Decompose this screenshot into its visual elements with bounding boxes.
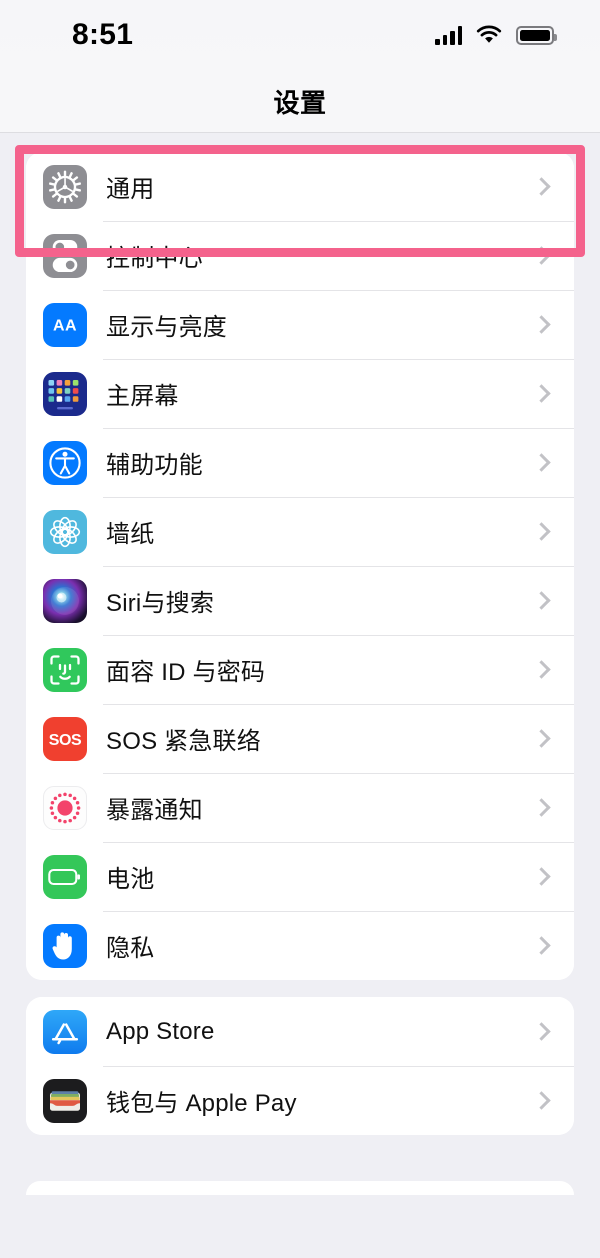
settings-row-exposure-notification[interactable]: 暴露通知 bbox=[26, 773, 574, 842]
chevron-right-icon bbox=[532, 453, 551, 472]
settings-row-label: 钱包与 Apple Pay bbox=[106, 1090, 297, 1117]
settings-group-partial-next bbox=[26, 1181, 574, 1195]
battery-icon bbox=[516, 25, 557, 45]
control-center-icon bbox=[43, 233, 87, 278]
wifi-icon bbox=[476, 25, 502, 45]
accessibility-icon bbox=[43, 440, 87, 485]
settings-row-emergency-sos[interactable]: SOS SOS 紧急联络 bbox=[26, 704, 574, 773]
settings-row-label: 墙纸 bbox=[106, 521, 155, 548]
exposure-notification-icon bbox=[43, 785, 87, 830]
settings-row-label: 显示与亮度 bbox=[106, 314, 227, 341]
settings-row-label: Siri与搜索 bbox=[106, 590, 215, 617]
app-store-icon bbox=[43, 1009, 87, 1054]
chevron-right-icon bbox=[532, 729, 551, 748]
navigation-bar: 设置 bbox=[0, 70, 600, 133]
settings-row-home-screen[interactable]: 主屏幕 bbox=[26, 359, 574, 428]
chevron-right-icon bbox=[532, 384, 551, 403]
chevron-right-icon bbox=[532, 798, 551, 817]
emergency-sos-icon: SOS bbox=[43, 716, 87, 761]
settings-row-label: 通用 bbox=[106, 176, 155, 203]
privacy-hand-icon bbox=[43, 923, 87, 968]
settings-row-wallpaper[interactable]: 墙纸 bbox=[26, 497, 574, 566]
settings-row-label: 暴露通知 bbox=[106, 797, 203, 824]
settings-row-label: App Store bbox=[106, 1017, 215, 1045]
settings-row-label: 隐私 bbox=[106, 935, 155, 962]
chevron-right-icon bbox=[532, 246, 551, 265]
chevron-right-icon bbox=[532, 177, 551, 196]
settings-row-label: 控制中心 bbox=[106, 245, 203, 272]
settings-row-privacy-hand[interactable]: 隐私 bbox=[26, 911, 574, 980]
settings-row-app-store[interactable]: App Store bbox=[26, 997, 574, 1066]
settings-row-label: 主屏幕 bbox=[106, 383, 179, 410]
settings-row-siri[interactable]: Siri与搜索 bbox=[26, 566, 574, 635]
gear-icon bbox=[43, 164, 87, 209]
chevron-right-icon bbox=[532, 1091, 551, 1110]
svg-text:AA: AA bbox=[53, 317, 77, 334]
battery-settings-icon bbox=[43, 854, 87, 899]
chevron-right-icon bbox=[532, 867, 551, 886]
chevron-right-icon bbox=[532, 591, 551, 610]
page-title: 设置 bbox=[273, 87, 327, 118]
wallet-icon bbox=[43, 1078, 87, 1123]
chevron-right-icon bbox=[532, 936, 551, 955]
settings-row-face-id[interactable]: 面容 ID 与密码 bbox=[26, 635, 574, 704]
settings-row-display-brightness[interactable]: AA 显示与亮度 bbox=[26, 290, 574, 359]
chevron-right-icon bbox=[532, 522, 551, 541]
face-id-icon bbox=[43, 647, 87, 692]
settings-row-accessibility[interactable]: 辅助功能 bbox=[26, 428, 574, 497]
settings-row-label: 面容 ID 与密码 bbox=[106, 659, 266, 686]
settings-group-store: App Store 钱包与 Apple Pay bbox=[26, 997, 574, 1135]
home-screen-icon bbox=[43, 371, 87, 416]
settings-row-control-center[interactable]: 控制中心 bbox=[26, 221, 574, 290]
settings-list[interactable]: 通用 控制中心 AA 显示与亮度 主屏幕 辅助功能 墙纸 Siri与搜索 面容 … bbox=[0, 152, 600, 1195]
settings-row-battery-settings[interactable]: 电池 bbox=[26, 842, 574, 911]
status-bar: 8:51 bbox=[0, 0, 600, 70]
status-bar-time: 8:51 bbox=[72, 18, 134, 51]
cellular-signal-icon bbox=[435, 25, 462, 45]
settings-row-gear[interactable]: 通用 bbox=[26, 152, 574, 221]
settings-row-label: 辅助功能 bbox=[106, 452, 203, 479]
settings-screen: 8:51 设置 通用 控制中心 AA 显示与亮度 主屏幕 辅助功能 墙纸 Sir… bbox=[0, 0, 600, 1258]
settings-row-label: SOS 紧急联络 bbox=[106, 728, 261, 755]
status-bar-indicators bbox=[435, 25, 557, 45]
settings-row-wallet[interactable]: 钱包与 Apple Pay bbox=[26, 1066, 574, 1135]
chevron-right-icon bbox=[532, 1022, 551, 1041]
svg-text:SOS: SOS bbox=[49, 732, 82, 749]
display-brightness-icon: AA bbox=[43, 302, 87, 347]
siri-icon bbox=[43, 578, 87, 623]
wallpaper-icon bbox=[43, 509, 87, 554]
chevron-right-icon bbox=[532, 315, 551, 334]
chevron-right-icon bbox=[532, 660, 551, 679]
settings-row-label: 电池 bbox=[106, 866, 155, 893]
settings-group-system: 通用 控制中心 AA 显示与亮度 主屏幕 辅助功能 墙纸 Siri与搜索 面容 … bbox=[26, 152, 574, 980]
